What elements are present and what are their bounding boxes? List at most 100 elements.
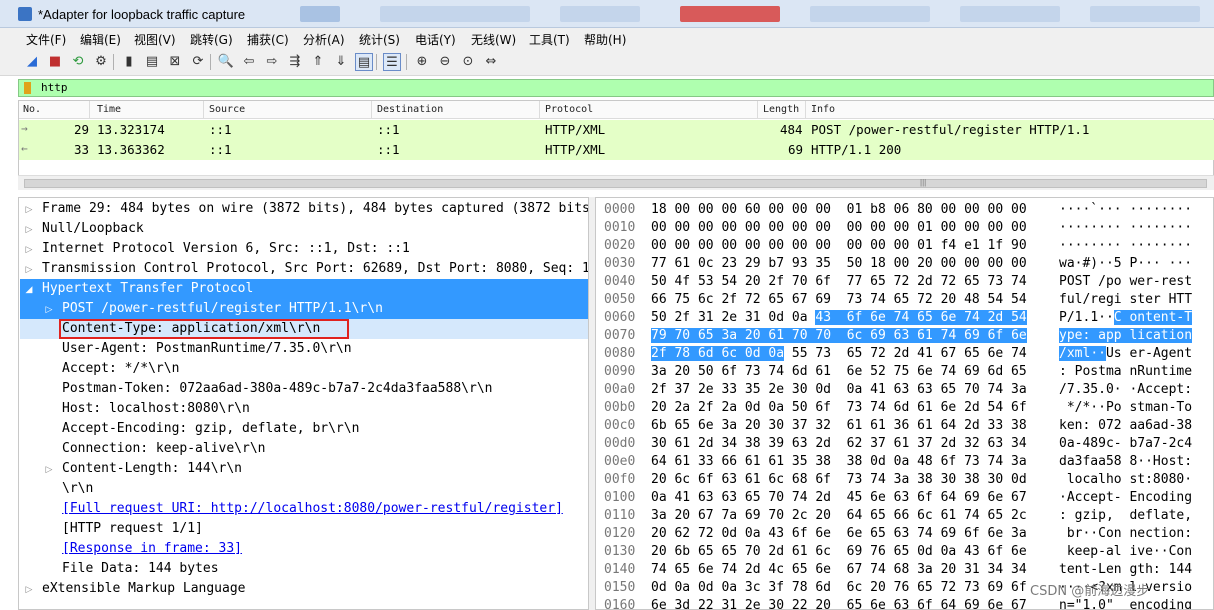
detail-line[interactable]: File Data: 144 bytes: [62, 559, 219, 579]
hex-ascii[interactable]: da3faa58 8··Host:: [1059, 453, 1192, 471]
hex-bytes[interactable]: 00 00 00 00 00 00 00 00 00 00 00 01 f4 e…: [651, 237, 1027, 255]
go-back-icon[interactable]: ⇦: [240, 53, 258, 71]
column-header-protocol[interactable]: Protocol: [545, 104, 593, 115]
detail-line[interactable]: [HTTP request 1/1]: [62, 519, 203, 539]
detail-line[interactable]: Transmission Control Protocol, Src Port:…: [42, 259, 588, 279]
menu-item-1[interactable]: 编辑(E): [80, 31, 121, 48]
packet-row[interactable]: ← 33 13.363362 ::1 ::1 HTTP/XML 69 HTTP/…: [19, 140, 1214, 160]
hex-ascii[interactable]: keep-al ive··Con: [1059, 543, 1192, 561]
shark-fin-start-icon[interactable]: ◢: [23, 53, 41, 71]
hex-ascii[interactable]: ype: app lication: [1059, 327, 1193, 345]
detail-line[interactable]: [Full request URI: http://localhost:8080…: [62, 499, 563, 519]
expand-triangle-icon[interactable]: ▷: [24, 239, 34, 259]
detail-line[interactable]: Accept-Encoding: gzip, deflate, br\r\n: [62, 419, 359, 439]
detail-line[interactable]: \r\n: [62, 479, 93, 499]
hex-ascii[interactable]: ········ ········: [1059, 219, 1192, 237]
expand-triangle-icon[interactable]: ▷: [24, 259, 34, 279]
stop-capture-icon[interactable]: ■: [46, 53, 64, 71]
hex-bytes[interactable]: 20 62 72 0d 0a 43 6f 6e 6e 65 63 74 69 6…: [651, 525, 1027, 543]
menu-item-10[interactable]: 帮助(H): [584, 31, 626, 48]
display-filter-input[interactable]: http: [41, 81, 68, 94]
close-file-icon[interactable]: ⊠: [166, 53, 184, 71]
hex-bytes[interactable]: 50 2f 31 2e 31 0d 0a 43 6f 6e 74 65 6e 7…: [651, 309, 1027, 327]
find-packet-icon[interactable]: 🔍: [217, 53, 235, 71]
detail-line[interactable]: eXtensible Markup Language: [42, 579, 246, 599]
menu-item-5[interactable]: 分析(A): [303, 31, 345, 48]
collapse-triangle-icon[interactable]: ◢: [24, 279, 34, 299]
detail-line[interactable]: Host: localhost:8080\r\n: [62, 399, 250, 419]
column-header-length[interactable]: Length: [763, 104, 799, 115]
detail-line[interactable]: Accept: */*\r\n: [62, 359, 179, 379]
packet-list-hscrollbar[interactable]: |||: [18, 175, 1214, 190]
detail-line[interactable]: Hypertext Transfer Protocol: [42, 279, 253, 299]
hex-bytes[interactable]: 2f 78 6d 6c 0d 0a 55 73 65 72 2d 41 67 6…: [651, 345, 1027, 363]
colorize-icon[interactable]: ☰: [383, 53, 401, 71]
column-header-time[interactable]: Time: [97, 104, 121, 115]
hex-ascii[interactable]: ········ ········: [1059, 237, 1192, 255]
hex-ascii[interactable]: ····`··· ········: [1059, 201, 1192, 219]
menu-item-3[interactable]: 跳转(G): [190, 31, 233, 48]
detail-line[interactable]: Null/Loopback: [42, 219, 144, 239]
hex-ascii[interactable]: localho st:8080·: [1059, 471, 1192, 489]
hex-ascii[interactable]: 0a-489c- b7a7-2c4: [1059, 435, 1192, 453]
hex-ascii[interactable]: /xml··Us er-Agent: [1059, 345, 1192, 363]
zoom-in-icon[interactable]: ⊕: [413, 53, 431, 71]
hex-ascii[interactable]: br··Con nection:: [1059, 525, 1192, 543]
hex-bytes[interactable]: 6b 65 6e 3a 20 30 37 32 61 61 36 61 64 2…: [651, 417, 1027, 435]
menu-item-7[interactable]: 电话(Y): [415, 31, 456, 48]
detail-line[interactable]: Content-Length: 144\r\n: [62, 459, 242, 479]
hex-bytes[interactable]: 64 61 33 66 61 61 35 38 38 0d 0a 48 6f 7…: [651, 453, 1027, 471]
hex-ascii[interactable]: ·Accept- Encoding: [1059, 489, 1192, 507]
detail-line[interactable]: Frame 29: 484 bytes on wire (3872 bits),…: [42, 199, 588, 219]
hex-ascii[interactable]: */*··Po stman-To: [1059, 399, 1192, 417]
hex-bytes[interactable]: 00 00 00 00 00 00 00 00 00 00 00 01 00 0…: [651, 219, 1027, 237]
menu-item-8[interactable]: 无线(W): [471, 31, 516, 48]
hex-bytes[interactable]: 79 70 65 3a 20 61 70 70 6c 69 63 61 74 6…: [651, 327, 1027, 345]
menu-item-0[interactable]: 文件(F): [26, 31, 66, 48]
bookmark-icon[interactable]: [24, 82, 31, 94]
restart-capture-icon[interactable]: ⟲: [69, 53, 87, 71]
hex-ascii[interactable]: /7.35.0· ·Accept:: [1059, 381, 1192, 399]
menu-item-6[interactable]: 统计(S): [359, 31, 400, 48]
column-header-destination[interactable]: Destination: [377, 104, 443, 115]
column-header-info[interactable]: Info: [811, 104, 835, 115]
hex-bytes[interactable]: 3a 20 67 7a 69 70 2c 20 64 65 66 6c 61 7…: [651, 507, 1027, 525]
hex-ascii[interactable]: ken: 072 aa6ad-38: [1059, 417, 1192, 435]
hex-ascii[interactable]: tent-Len gth: 144: [1059, 561, 1192, 579]
hex-bytes[interactable]: 18 00 00 00 60 00 00 00 01 b8 06 80 00 0…: [651, 201, 1027, 219]
scrollbar-thumb[interactable]: [24, 179, 1207, 188]
expand-triangle-icon[interactable]: ▷: [44, 299, 54, 319]
hex-ascii[interactable]: POST /po wer-rest: [1059, 273, 1192, 291]
expand-triangle-icon[interactable]: ▷: [24, 199, 34, 219]
hex-bytes[interactable]: 74 65 6e 74 2d 4c 65 6e 67 74 68 3a 20 3…: [651, 561, 1027, 579]
menu-item-9[interactable]: 工具(T): [529, 31, 570, 48]
detail-line[interactable]: Postman-Token: 072aa6ad-380a-489c-b7a7-2…: [62, 379, 492, 399]
detail-line[interactable]: Connection: keep-alive\r\n: [62, 439, 266, 459]
expand-triangle-icon[interactable]: ▷: [24, 219, 34, 239]
save-file-icon[interactable]: ▤: [143, 53, 161, 71]
hex-bytes[interactable]: 20 6c 6f 63 61 6c 68 6f 73 74 3a 38 30 3…: [651, 471, 1027, 489]
hex-bytes[interactable]: 20 6b 65 65 70 2d 61 6c 69 76 65 0d 0a 4…: [651, 543, 1027, 561]
hex-bytes[interactable]: 66 75 6c 2f 72 65 67 69 73 74 65 72 20 4…: [651, 291, 1027, 309]
packet-row[interactable]: → 29 13.323174 ::1 ::1 HTTP/XML 484 POST…: [19, 120, 1214, 140]
go-to-packet-icon[interactable]: ⇶: [286, 53, 304, 71]
display-filter-bar[interactable]: http: [18, 79, 1214, 97]
go-first-icon[interactable]: ⇑: [309, 53, 327, 71]
hex-bytes[interactable]: 2f 37 2e 33 35 2e 30 0d 0a 41 63 63 65 7…: [651, 381, 1027, 399]
hex-bytes[interactable]: 50 4f 53 54 20 2f 70 6f 77 65 72 2d 72 6…: [651, 273, 1027, 291]
column-header-source[interactable]: Source: [209, 104, 245, 115]
hex-bytes[interactable]: 0d 0a 0d 0a 3c 3f 78 6d 6c 20 76 65 72 7…: [651, 579, 1027, 597]
go-last-icon[interactable]: ⇓: [332, 53, 350, 71]
hex-bytes[interactable]: 77 61 0c 23 29 b7 93 35 50 18 00 20 00 0…: [651, 255, 1027, 273]
hex-ascii[interactable]: wa·#)··5 P··· ···: [1059, 255, 1192, 273]
go-forward-icon[interactable]: ⇨: [263, 53, 281, 71]
hex-ascii[interactable]: P/1.1··C ontent-T: [1059, 309, 1193, 327]
open-file-icon[interactable]: ▮: [120, 53, 138, 71]
auto-scroll-icon[interactable]: ▤: [355, 53, 373, 71]
hex-bytes[interactable]: 3a 20 50 6f 73 74 6d 61 6e 52 75 6e 74 6…: [651, 363, 1027, 381]
hex-ascii[interactable]: : Postma nRuntime: [1059, 363, 1192, 381]
menu-item-2[interactable]: 视图(V): [134, 31, 176, 48]
expand-triangle-icon[interactable]: ▷: [24, 579, 34, 599]
menu-item-4[interactable]: 捕获(C): [247, 31, 289, 48]
zoom-out-icon[interactable]: ⊖: [436, 53, 454, 71]
